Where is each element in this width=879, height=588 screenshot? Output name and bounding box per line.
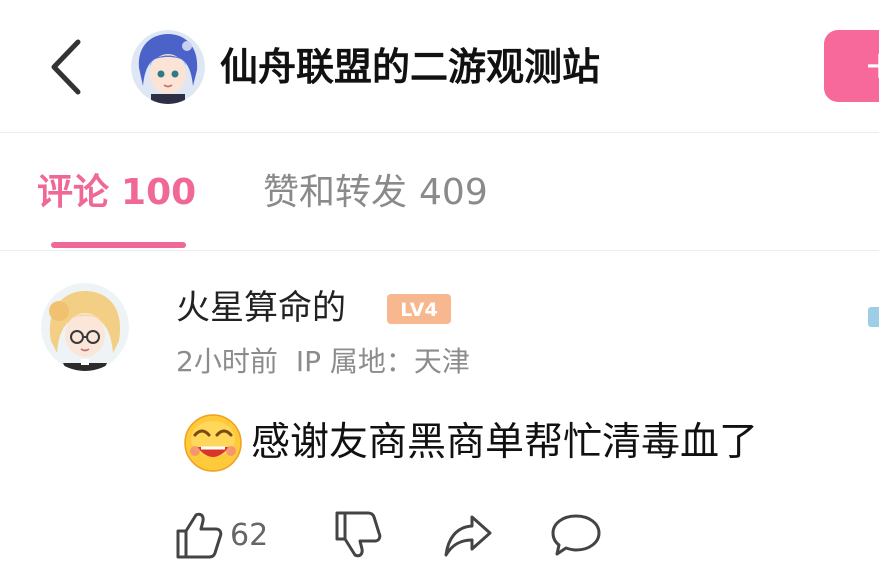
commenter-name[interactable]: 火星算命的 xyxy=(176,286,346,330)
page-title: 仙舟联盟的二游观测站 xyxy=(220,45,601,89)
reply-button[interactable] xyxy=(549,507,603,563)
follow-button[interactable]: + xyxy=(824,30,879,102)
comment-text: 感谢友商黑商单帮忙清毒血了 xyxy=(251,420,759,465)
comment-meta: 2小时前 IP 属地：天津 xyxy=(176,344,470,380)
level-badge-text: LV4 xyxy=(400,299,437,321)
avatar-image xyxy=(131,30,205,104)
comment-bubble-icon xyxy=(551,514,601,556)
thumbs-down-icon xyxy=(335,511,382,558)
tab-likes-reposts[interactable]: 赞和转发 409 xyxy=(263,170,488,216)
like-button[interactable]: 62 xyxy=(174,507,268,563)
tab-comments-label: 评论 xyxy=(37,172,110,213)
top-bar: 仙舟联盟的二游观测站 + xyxy=(0,0,879,133)
account-avatar[interactable] xyxy=(131,30,205,104)
thumbs-up-icon xyxy=(176,512,223,559)
ip-location: IP 属地：天津 xyxy=(295,345,470,378)
commenter-avatar[interactable] xyxy=(41,283,129,371)
tab-bar: 评论 100 赞和转发 409 xyxy=(0,132,879,251)
tab-likes-label: 赞和转发 xyxy=(263,172,408,213)
dislike-button[interactable] xyxy=(333,507,383,563)
share-arrow-icon xyxy=(444,515,492,557)
weibo-comment-page: 仙舟联盟的二游观测站 + 评论 100 赞和转发 409 xyxy=(0,0,879,588)
comment-item: 火星算命的 LV4 2小时前 IP 属地：天津 感谢友商黑商单帮忙清毒血了 62 xyxy=(0,251,879,588)
level-badge: LV4 xyxy=(387,294,451,324)
comment-actions: 62 xyxy=(0,501,879,571)
comment-body: 感谢友商黑商单帮忙清毒血了 xyxy=(183,413,758,473)
side-marker xyxy=(868,307,879,327)
tab-likes-count: 409 xyxy=(419,172,488,213)
tab-comments[interactable]: 评论 100 xyxy=(37,170,196,216)
comment-time: 2小时前 xyxy=(176,345,278,378)
chevron-left-icon xyxy=(51,39,81,95)
active-tab-indicator xyxy=(51,242,186,248)
like-count: 62 xyxy=(230,517,269,553)
avatar-image xyxy=(41,283,129,371)
tab-comments-count: 100 xyxy=(121,172,197,213)
grin-emoji-icon xyxy=(184,414,242,472)
back-button[interactable] xyxy=(40,34,94,100)
share-button[interactable] xyxy=(442,507,494,563)
